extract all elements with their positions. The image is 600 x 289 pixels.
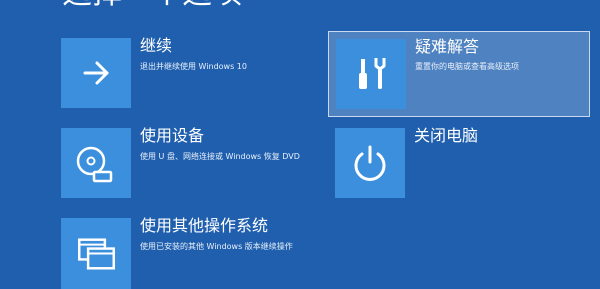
arrow-right-icon: [83, 61, 109, 85]
tools-icon: [359, 58, 386, 89]
page-title: 选择一个选项: [62, 0, 242, 10]
other-os-tile[interactable]: [61, 218, 131, 289]
continue-tile[interactable]: [61, 38, 131, 108]
shutdown-option[interactable]: 关闭电脑: [335, 126, 580, 198]
continue-description: 退出并继续使用 Windows 10: [140, 62, 247, 71]
use-device-title: 使用设备: [140, 126, 205, 145]
power-icon: [354, 145, 386, 181]
continue-option[interactable]: 继续 退出并继续使用 Windows 10: [61, 36, 306, 108]
shutdown-tile[interactable]: [335, 128, 405, 198]
use-device-description: 使用 U 盘、网络连接或 Windows 恢复 DVD: [140, 152, 300, 161]
troubleshoot-title: 疑难解答: [415, 37, 480, 56]
troubleshoot-option[interactable]: 疑难解答 重置你的电脑或查看高级选项: [328, 31, 590, 117]
other-os-title: 使用其他操作系统: [140, 216, 269, 235]
other-os-option[interactable]: 使用其他操作系统 使用已安装的其他 Windows 版本继续操作: [61, 216, 306, 289]
windows-stack-icon: [78, 238, 115, 270]
troubleshoot-tile[interactable]: [336, 39, 406, 109]
use-device-tile[interactable]: [61, 128, 131, 198]
use-device-option[interactable]: 使用设备 使用 U 盘、网络连接或 Windows 恢复 DVD: [61, 126, 306, 198]
troubleshoot-description: 重置你的电脑或查看高级选项: [415, 62, 519, 71]
shutdown-title: 关闭电脑: [414, 126, 479, 145]
continue-title: 继续: [140, 36, 173, 55]
disc-drive-icon: [76, 146, 113, 183]
other-os-description: 使用已安装的其他 Windows 版本继续操作: [140, 242, 293, 251]
